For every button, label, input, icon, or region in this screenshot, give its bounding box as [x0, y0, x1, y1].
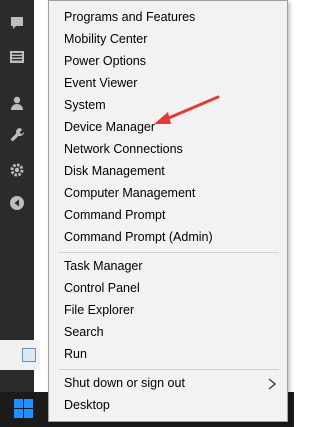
- gear-icon[interactable]: [8, 161, 26, 179]
- menu-item-shut-down-or-sign-out[interactable]: Shut down or sign out: [64, 373, 185, 393]
- wrench-icon[interactable]: [8, 126, 26, 144]
- menu-item-device-manager[interactable]: Device Manager: [64, 117, 155, 137]
- menu-item-computer-management[interactable]: Computer Management: [64, 183, 195, 203]
- chat-icon[interactable]: [8, 14, 26, 32]
- menu-separator: [59, 252, 279, 253]
- menu-item-disk-management[interactable]: Disk Management: [64, 161, 165, 181]
- menu-item-system[interactable]: System: [64, 95, 106, 115]
- menu-item-programs-and-features[interactable]: Programs and Features: [64, 7, 195, 27]
- menu-item-search[interactable]: Search: [64, 322, 104, 342]
- chevron-right-icon: [267, 377, 277, 390]
- menu-item-network-connections[interactable]: Network Connections: [64, 139, 183, 159]
- image-icon: [22, 348, 36, 362]
- menu-item-event-viewer[interactable]: Event Viewer: [64, 73, 137, 93]
- start-button[interactable]: [14, 399, 34, 419]
- menu-separator: [59, 369, 279, 370]
- menu-item-desktop[interactable]: Desktop: [64, 395, 110, 415]
- menu-item-mobility-center[interactable]: Mobility Center: [64, 29, 147, 49]
- menu-item-command-prompt[interactable]: Command Prompt: [64, 205, 165, 225]
- user-icon[interactable]: [8, 94, 26, 112]
- menu-item-power-options[interactable]: Power Options: [64, 51, 146, 71]
- back-icon[interactable]: [8, 194, 26, 212]
- menu-item-file-explorer[interactable]: File Explorer: [64, 300, 134, 320]
- menu-item-run[interactable]: Run: [64, 344, 87, 364]
- power-user-menu: Programs and Features Mobility Center Po…: [48, 0, 288, 422]
- menu-item-control-panel[interactable]: Control Panel: [64, 278, 140, 298]
- menu-item-command-prompt-admin[interactable]: Command Prompt (Admin): [64, 227, 213, 247]
- list-icon[interactable]: [8, 48, 26, 66]
- menu-item-task-manager[interactable]: Task Manager: [64, 256, 143, 276]
